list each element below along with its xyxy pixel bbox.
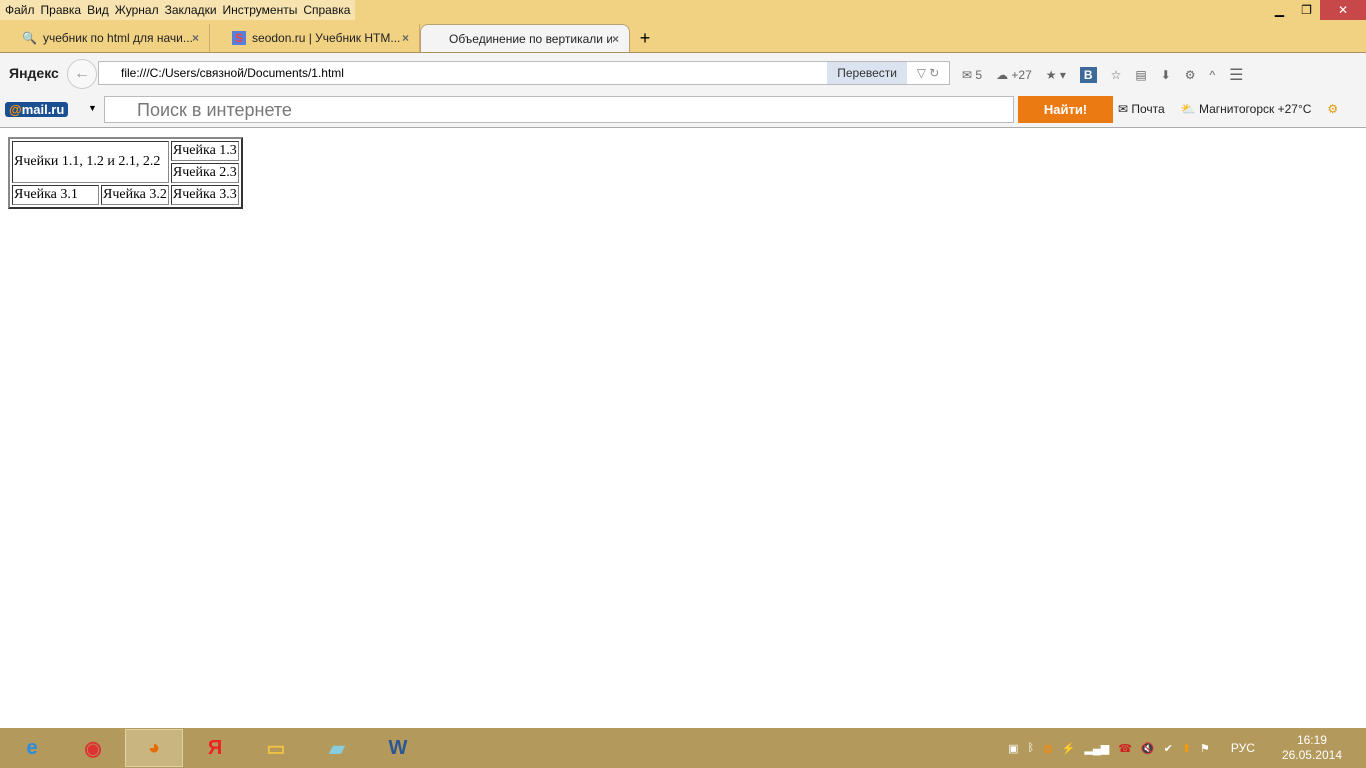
clock[interactable]: 16:19 26.05.2014 [1282,733,1342,763]
cell-1-3: Ячейка 1.3 [170,141,239,161]
cell-3-3: Ячейка 3.3 [170,185,239,205]
notepad-icon[interactable]: ▰ [308,729,366,767]
file-explorer-icon[interactable]: ▭ [247,729,305,767]
merged-cell: Ячейки 1.1, 1.2 и 2.1, 2.2 [12,141,169,183]
reload-icon[interactable]: ▽ ↻ [907,66,949,80]
phone-icon[interactable]: ☎ [1118,742,1132,755]
menu-bar: Файл Правка Вид Журнал Закладки Инструме… [0,0,356,20]
update-icon[interactable]: ⬆ [1182,742,1191,755]
hamburger-menu-icon[interactable]: ☰ [1229,65,1243,85]
ie-icon[interactable]: e [3,729,61,767]
close-tab-icon[interactable]: × [612,32,619,46]
avast-icon[interactable]: ◍ [1043,742,1053,755]
mailru-toolbar: @mail.ru ▼ Поиск в интернете Найти! ✉ По… [0,92,1366,128]
bluetooth-icon[interactable]: ᛒ [1028,742,1035,754]
seodon-icon: S [232,31,247,45]
chevron-up-icon[interactable]: ^ [1210,68,1216,82]
star-icon[interactable]: ★ ▾ [1046,68,1066,82]
new-tab-button[interactable]: + [630,24,660,52]
menu-history[interactable]: Журнал [114,0,164,20]
url-text[interactable]: file:///C:/Users/связной/Documents/1.htm… [121,66,827,80]
settings-gear-icon[interactable]: ⚙ [1327,102,1338,116]
volume-muted-icon[interactable]: 🔇 [1141,742,1155,755]
merged-cells-table: Ячейки 1.1, 1.2 и 2.1, 2.2 Ячейка 1.3 Яче… [8,137,243,209]
tab-1[interactable]: 🔍 учебник по html для начи... × [0,24,210,52]
menu-view[interactable]: Вид [86,0,114,20]
usb-safe-remove-icon[interactable]: ✔ [1164,742,1173,755]
search-input[interactable]: Поиск в интернете [104,96,1014,123]
search-button[interactable]: Найти! [1018,96,1113,123]
cell-2-3: Ячейка 2.3 [170,163,239,183]
language-indicator[interactable]: РУС [1231,741,1255,755]
word-icon[interactable]: W [369,729,427,767]
yandex-logo[interactable]: Яндекс [9,65,59,81]
restore-button[interactable]: ❐ [1293,0,1320,20]
menu-tools[interactable]: Инструменты [222,0,303,20]
mailru-logo[interactable]: @mail.ru [5,102,69,117]
action-center-icon[interactable]: ▣ [1008,742,1018,755]
power-icon[interactable]: ⚡ [1062,742,1076,755]
flag-icon[interactable]: ⚑ [1200,742,1210,755]
network-signal-icon[interactable]: ▂▄▆ [1084,742,1109,755]
menu-file[interactable]: Файл [4,0,40,20]
title-bar: Файл Правка Вид Журнал Закладки Инструме… [0,0,1366,52]
reading-list-icon[interactable]: ▤ [1135,68,1146,82]
addon-icon[interactable]: ⚙ [1185,68,1196,82]
chrome-icon[interactable]: ◉ [64,729,122,767]
translate-button[interactable]: Перевести [827,62,907,84]
bookmark-star-icon[interactable]: ☆ [1111,68,1122,82]
yandex-browser-icon[interactable]: Я [186,729,244,767]
weather-icon[interactable]: ☁ +27 [996,68,1032,82]
dropdown-icon[interactable]: ▼ [88,103,97,113]
address-bar[interactable]: file:///C:/Users/связной/Documents/1.htm… [98,61,950,85]
mail-search-icon: 🔍 [22,31,37,45]
menu-bookmarks[interactable]: Закладки [164,0,222,20]
back-button[interactable]: ← [67,59,97,89]
menu-edit[interactable]: Правка [40,0,87,20]
cell-3-1: Ячейка 3.1 [12,185,99,205]
mail-icon[interactable]: ✉ 5 [962,68,982,82]
taskbar: e ◉ ◕ Я ▭ ▰ W ▣ ᛒ ◍ ⚡ ▂▄▆ ☎ 🔇 ✔ ⬆ ⚑ РУС … [0,728,1366,768]
minimize-button[interactable]: ▁ [1266,0,1293,20]
firefox-icon[interactable]: ◕ [125,729,183,767]
close-tab-icon[interactable]: × [192,31,199,45]
menu-help[interactable]: Справка [302,0,355,20]
close-window-button[interactable]: ✕ [1320,0,1366,20]
tab-2[interactable]: Sseodon.ru | Учебник HTM... × [210,24,420,52]
navigation-bar: Яндекс ← file:///C:/Users/связной/Docume… [0,52,1366,92]
weather-link[interactable]: ⛅ Магнитогорск +27°C [1181,102,1312,116]
page-content: Ячейки 1.1, 1.2 и 2.1, 2.2 Ячейка 1.3 Яче… [0,129,251,217]
mail-link[interactable]: ✉ Почта [1118,102,1165,116]
system-tray: ▣ ᛒ ◍ ⚡ ▂▄▆ ☎ 🔇 ✔ ⬆ ⚑ РУС 16:19 26.05.20… [1008,728,1366,768]
close-tab-icon[interactable]: × [402,31,409,45]
download-icon[interactable]: ⬇ [1161,68,1171,82]
cell-3-2: Ячейка 3.2 [101,185,169,205]
vk-icon[interactable]: В [1079,67,1097,83]
tab-3-active[interactable]: Объединение по вертикали и ... × [420,24,630,52]
